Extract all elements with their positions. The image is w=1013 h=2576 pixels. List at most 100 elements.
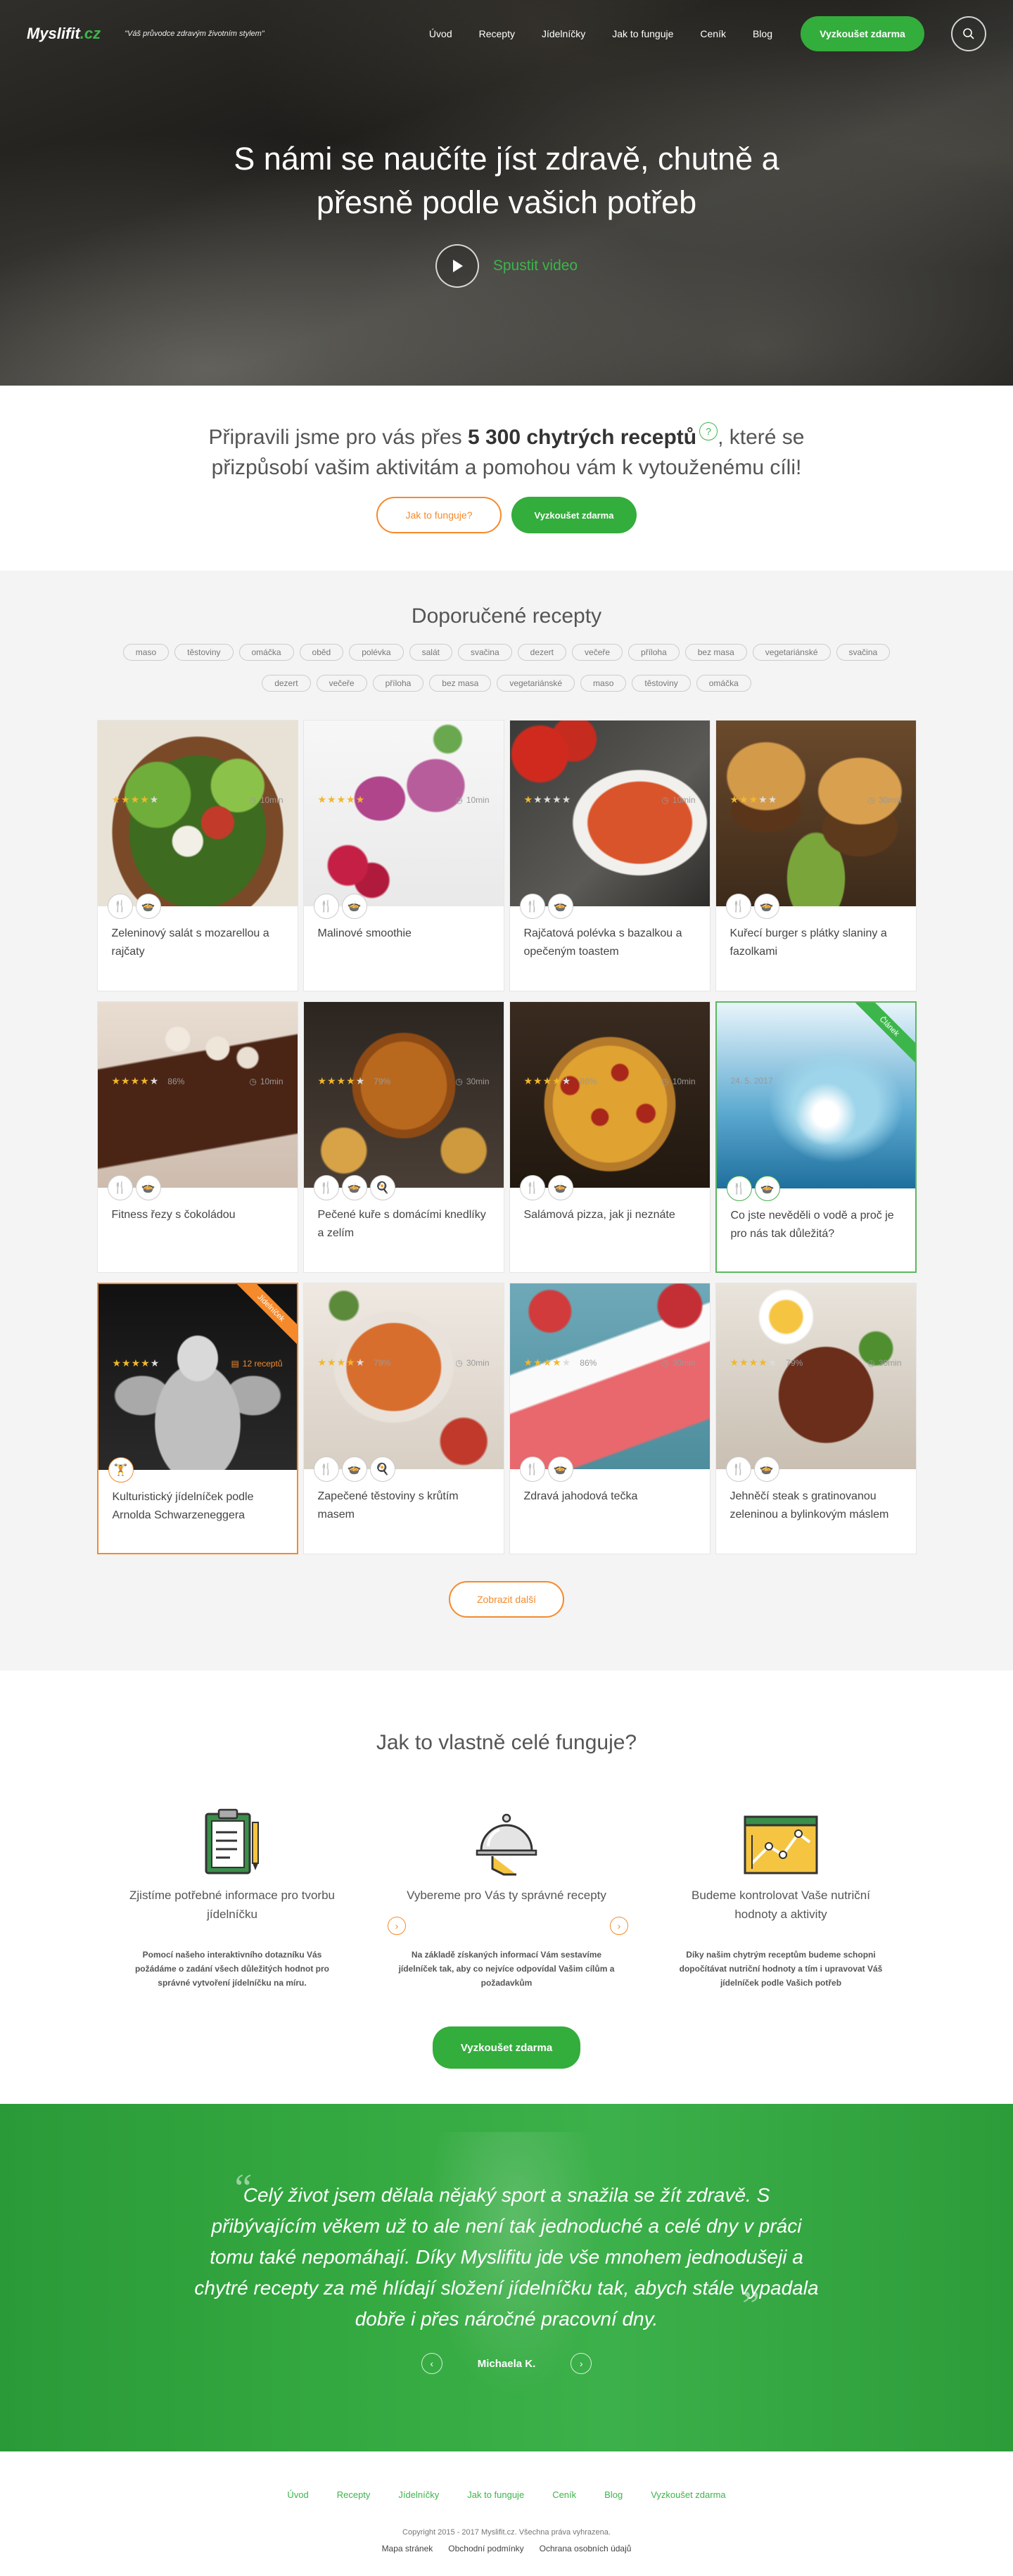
try-free-button-intro[interactable]: Vyzkoušet zdarma (511, 497, 637, 533)
tag[interactable]: svačina (836, 644, 891, 661)
meal-type-icon: 🍴 (313, 1457, 339, 1482)
recipe-card[interactable]: 🍴 🍲 Jehněčí steak s gratinovanou zelenino… (715, 1283, 917, 1554)
tag[interactable]: bez masa (684, 644, 747, 661)
rating-stars: ★★★★★ (111, 794, 160, 805)
dish-icon: 🍲 (547, 1457, 573, 1482)
nav-uvod[interactable]: Úvod (429, 28, 452, 39)
recipe-title: Salámová pizza, jak ji neznáte (523, 1209, 675, 1221)
match-percent: 86% (580, 1076, 597, 1086)
footer-link[interactable]: Jídelníčky (398, 2489, 439, 2500)
dish-icon: 🍲 (135, 894, 161, 919)
recipe-title: Fitness řezy s čokoládou (111, 1209, 236, 1221)
footer-link[interactable]: Vyzkoušet zdarma (651, 2489, 725, 2500)
clock-icon: ◷ (455, 794, 463, 805)
next-testimonial-button[interactable]: › (571, 2353, 592, 2374)
play-video-button[interactable] (435, 244, 479, 288)
recipe-card[interactable]: 🍴 🍲 Rajčatová polévka s bazalkou a opečen… (509, 720, 711, 991)
footer-link[interactable]: Recepty (337, 2489, 371, 2500)
dish-icon: 🍲 (341, 1457, 367, 1482)
search-button[interactable] (951, 16, 986, 51)
dish-icon: 🍲 (547, 1175, 573, 1200)
article-title: Co jste nevěděli o vodě a proč je pro ná… (730, 1210, 894, 1240)
recipe-photo-smoothie (303, 721, 504, 906)
recipe-photo-steak (715, 1283, 916, 1469)
main-menu: Úvod Recepty Jídelníčky Jak to funguje C… (429, 16, 986, 51)
recipe-grid: 🍴 🍲 Zeleninový salát s mozarellou a rajča… (96, 720, 917, 1554)
cook-time: ◷ 30min (867, 794, 902, 805)
tag[interactable]: maso (580, 675, 627, 692)
tag[interactable]: vegetariánské (752, 644, 831, 661)
terms-link[interactable]: Obchodní podmínky (448, 2544, 523, 2553)
meal-type-icon: 🍴 (107, 1175, 133, 1200)
footer: Úvod Recepty Jídelníčky Jak to funguje C… (0, 2451, 1013, 2576)
tagline: "Váš průvodce zdravým životním stylem" (125, 30, 265, 38)
how-it-works-button[interactable]: Jak to funguje? (376, 497, 502, 533)
recipe-card[interactable]: 🍴 🍲 Zeleninový salát s mozarellou a rajča… (96, 720, 298, 991)
clock-icon: ◷ (249, 1076, 257, 1086)
show-more-button[interactable]: Zobrazit další (449, 1581, 564, 1618)
tag[interactable]: dezert (517, 644, 567, 661)
recipe-card[interactable]: 🍴 🍲 Salámová pizza, jak ji neznáte ★★★★★ 8… (509, 1001, 711, 1273)
nav-blog[interactable]: Blog (753, 28, 772, 39)
tag[interactable]: příloha (628, 644, 680, 661)
rating-stars: ★★★★★ (317, 1357, 366, 1368)
recipe-card[interactable]: 🍴 🍲 Fitness řezy s čokoládou ★★★★★ 86% ◷ 10m… (96, 1001, 298, 1273)
article-card[interactable]: Článek 🍴 🍲 Co jste nevěděli o vodě a proč… (715, 1001, 917, 1273)
footer-link[interactable]: Ceník (552, 2489, 576, 2500)
logo[interactable]: Myslifit.cz (27, 25, 101, 43)
tag[interactable]: oběd (299, 644, 344, 661)
clock-icon: ◷ (455, 1357, 463, 1368)
cook-time: ◷ 10min (455, 794, 490, 805)
testimonial-quote: Celý život jsem dělala nějaký sport a sn… (194, 2184, 819, 2330)
nav-cenik[interactable]: Ceník (700, 28, 726, 39)
privacy-link[interactable]: Ochrana osobních údajů (540, 2544, 632, 2553)
cook-time: ◷ 30min (455, 1076, 490, 1086)
sitemap-link[interactable]: Mapa stránek (382, 2544, 433, 2553)
nav-recepty[interactable]: Recepty (479, 28, 515, 39)
tag[interactable]: polévka (349, 644, 404, 661)
meal-plan-title: Kulturistický jídelníček podle Arnolda S… (112, 1491, 254, 1521)
tag[interactable]: těstoviny (632, 675, 691, 692)
recipe-photo-strawberry (509, 1283, 710, 1469)
rating-stars: ★★★★★ (523, 1075, 572, 1086)
prev-testimonial-button[interactable]: ‹ (421, 2353, 442, 2374)
quote-open-icon: “ (231, 2166, 253, 2210)
tag[interactable]: svačina (457, 644, 512, 661)
tag[interactable]: těstoviny (174, 644, 234, 661)
tag[interactable]: salát (409, 644, 452, 661)
recipe-card[interactable]: 🍴 🍲 🍳 Zapečené těstoviny s krůtím masem ★★… (302, 1283, 504, 1554)
recipe-card[interactable]: 🍴 🍲 Malinové smoothie ★★★★★ ◷ 10min (302, 720, 504, 991)
tag[interactable]: omáčka (696, 675, 751, 692)
how-it-works: Jak to vlastně celé funguje? Zjistíme po… (0, 1670, 1013, 2104)
footer-link[interactable]: Úvod (287, 2489, 308, 2500)
tag[interactable]: vegetariánské (497, 675, 575, 692)
article-ribbon: Článek (845, 1003, 915, 1073)
nav-jak-to-funguje[interactable]: Jak to funguje (612, 28, 673, 39)
dish-icon: 🍲 (341, 1175, 367, 1200)
clock-icon: ◷ (661, 794, 669, 805)
recipe-photo-salad (97, 721, 298, 906)
hero-title: S námi se naučíte jíst zdravě, chutně a … (234, 141, 779, 220)
footer-link[interactable]: Jak to funguje (467, 2489, 524, 2500)
tag[interactable]: večeře (316, 675, 367, 692)
tag[interactable]: bez masa (429, 675, 492, 692)
nav-jidelnicky[interactable]: Jídelníčky (542, 28, 585, 39)
play-video-link[interactable]: Spustit video (493, 258, 578, 274)
recipe-card[interactable]: 🍴 🍲 🍳 Pečené kuře s domácími knedlíky a ze… (302, 1001, 504, 1273)
recipe-card[interactable]: 🍴 🍲 Zdravá jahodová tečka ★★★★★ 86% ◷ 30min (509, 1283, 711, 1554)
try-free-button[interactable]: Vyzkoušet zdarma (801, 16, 924, 51)
tag[interactable]: večeře (572, 644, 623, 661)
tag[interactable]: maso (122, 644, 170, 661)
recipe-card[interactable]: 🍴 🍲 Kuřecí burger s plátky slaniny a fazo… (715, 720, 917, 991)
help-icon[interactable]: ? (699, 422, 718, 440)
dish-icon: 🍲 (753, 894, 779, 919)
match-percent: 79% (786, 1357, 803, 1368)
try-free-button-how[interactable]: Vyzkoušet zdarma (433, 2026, 580, 2069)
cook-time: ◷ 30min (661, 1357, 696, 1368)
meal-plan-card[interactable]: Jídelníček 🏋 Kulturistický jídelníček po… (96, 1283, 298, 1554)
tag[interactable]: dezert (262, 675, 311, 692)
tag[interactable]: omáčka (238, 644, 294, 661)
tag[interactable]: příloha (372, 675, 424, 692)
footer-link[interactable]: Blog (604, 2489, 623, 2500)
cook-time: ◷ 10min (249, 1076, 283, 1086)
